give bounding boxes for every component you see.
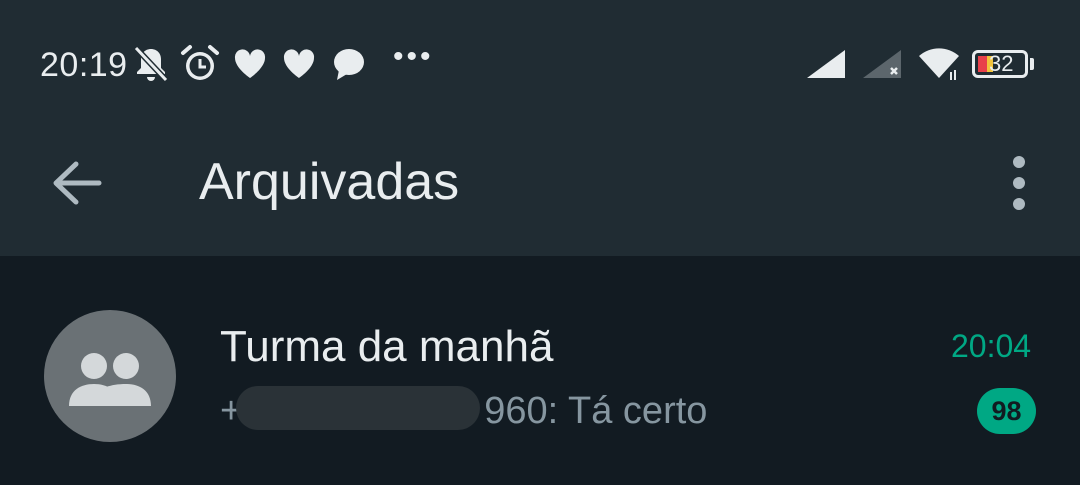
avatar [44,310,176,442]
chat-time: 20:04 [951,328,1032,364]
battery-fill-low [978,56,987,72]
status-bar: 20:19 ••• 32 [0,0,1080,130]
app-bar: Arquivadas [0,130,1080,256]
more-notifications-indicator: ••• [393,40,434,73]
more-vert-icon [1013,156,1025,210]
chat-bubble-icon [334,49,364,80]
signal-empty-icon [863,50,901,78]
signal-full-icon [807,50,845,78]
chat-preview-text: 960: Tá certo [484,390,708,432]
top-bar: 20:19 ••• 32 Arquivadas [0,0,1080,256]
redaction-overlay [236,386,480,430]
notifications-off-icon [133,45,169,83]
back-button[interactable] [44,152,114,214]
heart-icon [283,49,315,78]
battery-icon: 32 [972,50,1028,78]
alarm-icon [181,45,219,80]
chat-list-item[interactable]: Turma da manhã +960: Tá certo 20:04 98 [0,290,1080,462]
wifi-icon [919,48,959,80]
group-icon [69,353,151,406]
status-time: 20:19 [40,46,128,84]
unread-badge: 98 [977,388,1036,434]
more-options-button[interactable] [996,150,1042,216]
heart-icon [234,49,266,78]
page-title: Arquivadas [199,153,460,211]
arrow-back-icon [53,161,102,205]
chat-name: Turma da manhã [220,322,554,371]
battery-level: 32 [989,51,1014,76]
battery-tip [1030,58,1034,70]
